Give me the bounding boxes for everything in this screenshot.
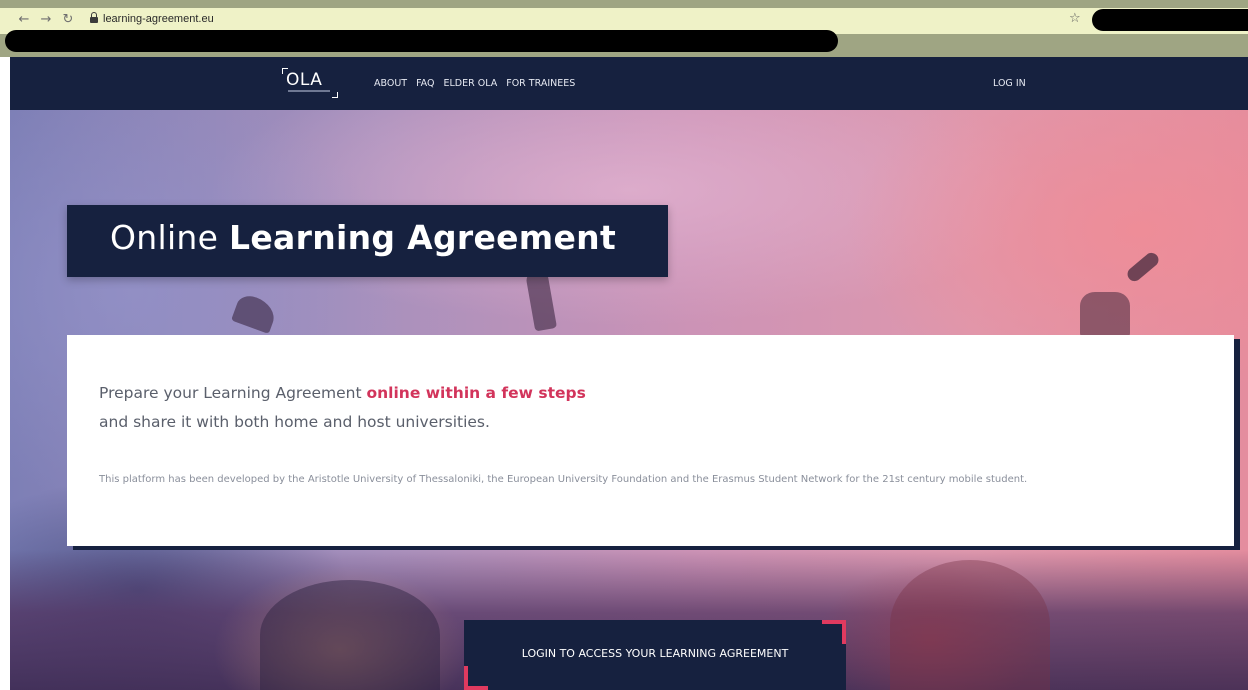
nav-faq[interactable]: FAQ xyxy=(416,76,434,92)
cta-corner-accent xyxy=(822,620,846,644)
login-link[interactable]: LOG IN xyxy=(993,76,1026,92)
hand-silhouette xyxy=(524,268,558,332)
person-silhouette xyxy=(260,580,440,690)
nav-about[interactable]: ABOUT xyxy=(374,76,407,92)
back-arrow-icon[interactable]: ← xyxy=(16,12,32,28)
intro-sub: and share it with both home and host uni… xyxy=(99,413,490,431)
page-title: Online Learning Agreement xyxy=(110,218,616,257)
logo-text: OLA xyxy=(286,70,323,90)
redaction-mark xyxy=(5,30,838,52)
login-cta-label: LOGIN TO ACCESS YOUR LEARNING AGREEMENT xyxy=(521,647,789,660)
page: OLA ABOUT FAQ ELDER OLA FOR TRAINEES LOG… xyxy=(10,57,1248,690)
hand-silhouette xyxy=(1080,292,1130,338)
intro-description: This platform has been developed by the … xyxy=(99,474,1028,485)
intro-card: Prepare your Learning Agreement online w… xyxy=(67,335,1234,546)
title-light-part: Online xyxy=(110,218,230,257)
main-nav: ABOUT FAQ ELDER OLA FOR TRAINEES xyxy=(374,76,575,92)
logo-underline xyxy=(288,90,330,92)
lock-icon xyxy=(90,12,98,25)
site-header: OLA ABOUT FAQ ELDER OLA FOR TRAINEES LOG… xyxy=(10,57,1248,110)
hand-silhouette xyxy=(1124,250,1162,284)
title-bold-part: Learning Agreement xyxy=(229,218,617,257)
intro-lead-highlight: online within a few steps xyxy=(366,384,586,402)
intro-lead-text: Prepare your Learning Agreement xyxy=(99,384,367,402)
page-title-banner: Online Learning Agreement xyxy=(67,205,668,277)
intro-lead: Prepare your Learning Agreement online w… xyxy=(99,384,586,402)
reload-icon[interactable]: ↻ xyxy=(60,12,76,28)
hero-section: Online Learning Agreement Prepare your L… xyxy=(10,110,1248,690)
login-cta[interactable]: LOGIN TO ACCESS YOUR LEARNING AGREEMENT xyxy=(464,620,846,690)
browser-chrome: ← → ↻ learning-agreement.eu ☆ xyxy=(0,0,1248,57)
person-silhouette xyxy=(890,560,1050,690)
nav-elder-ola[interactable]: ELDER OLA xyxy=(444,76,498,92)
url-field[interactable]: learning-agreement.eu xyxy=(84,11,1088,31)
ola-logo[interactable]: OLA xyxy=(282,68,338,98)
logo-corner xyxy=(332,92,338,98)
nav-for-trainees[interactable]: FOR TRAINEES xyxy=(506,76,575,92)
redaction-mark xyxy=(1092,9,1248,31)
star-icon[interactable]: ☆ xyxy=(1069,11,1081,27)
forward-arrow-icon[interactable]: → xyxy=(38,12,54,28)
hand-silhouette xyxy=(231,292,279,334)
url-text: learning-agreement.eu xyxy=(103,13,214,25)
cta-corner-accent xyxy=(464,666,488,690)
